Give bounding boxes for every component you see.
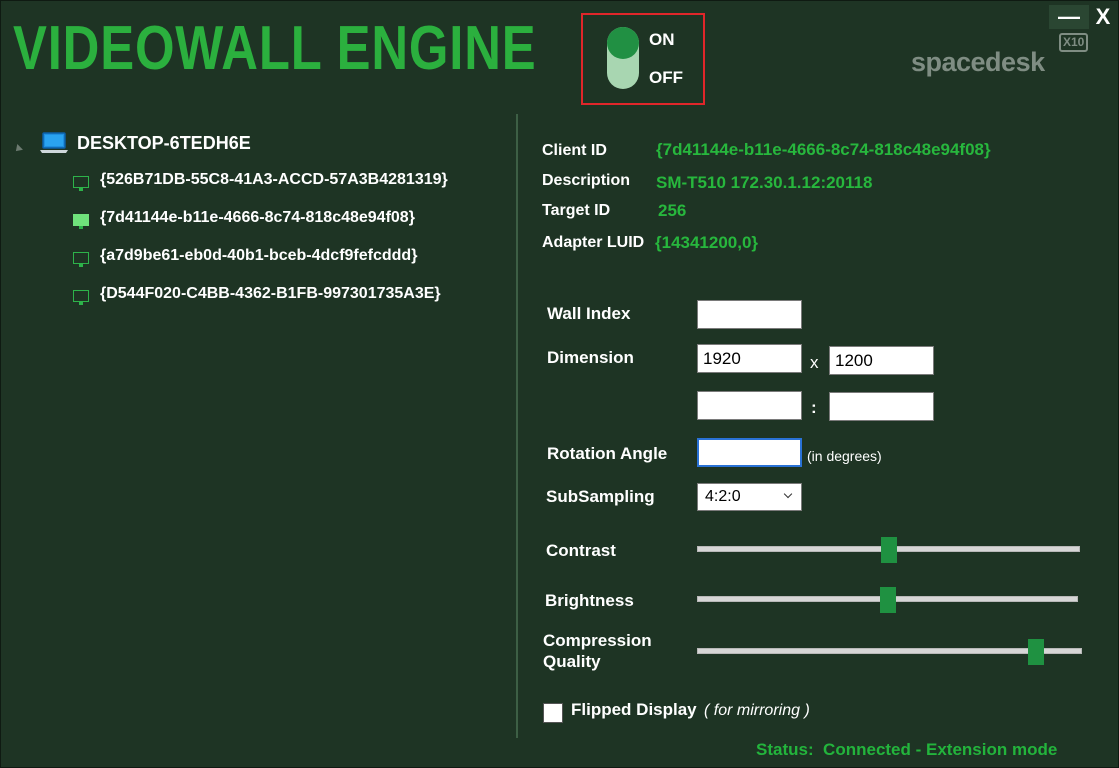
status-text: Status: Connected - Extension mode	[756, 740, 1058, 759]
display-item[interactable]: {526B71DB-55C8-41A3-ACCD-57A3B4281319}	[73, 171, 448, 209]
monitor-icon	[73, 252, 91, 268]
flipped-display-hint: ( for mirroring )	[704, 702, 810, 719]
toggle-knob[interactable]	[607, 27, 639, 59]
display-item[interactable]: {D544F020-C4BB-4362-B1FB-997301735A3E}	[73, 285, 448, 323]
display-item-label: {7d41144e-b11e-4666-8c74-818c48e94f08}	[100, 209, 415, 226]
tree-expander-icon[interactable]	[13, 144, 23, 154]
aspect-ratio-a-input[interactable]	[697, 391, 802, 420]
contrast-slider-thumb[interactable]	[880, 537, 897, 563]
tree-root-item[interactable]: DESKTOP-6TEDH6E	[39, 131, 251, 155]
compression-label-line2: Quality	[543, 652, 601, 671]
panel-divider	[516, 114, 518, 738]
client-id-value: {7d41144e-b11e-4666-8c74-818c48e94f08}	[656, 140, 991, 159]
wall-index-label: Wall Index	[547, 304, 631, 323]
aspect-ratio-b-input[interactable]	[829, 392, 934, 421]
toggle-off-label: OFF	[649, 68, 683, 87]
monitor-icon	[73, 214, 91, 230]
toggle-track[interactable]	[607, 27, 639, 89]
display-item[interactable]: {a7d9be61-eb0d-40b1-bceb-4dcf9fefcddd}	[73, 247, 448, 285]
description-value: SM-T510 172.30.1.12:20118	[656, 173, 873, 192]
brand-logo: spacedesk	[911, 47, 1045, 77]
contrast-label: Contrast	[546, 541, 616, 560]
compression-slider-track[interactable]	[697, 648, 1082, 654]
subsampling-value: 4:2:0	[705, 488, 741, 505]
monitor-icon	[73, 176, 91, 192]
target-id-label: Target ID	[542, 202, 611, 219]
display-item-label: {D544F020-C4BB-4362-B1FB-997301735A3E}	[100, 285, 441, 302]
power-toggle[interactable]: ON OFF	[581, 13, 705, 105]
subsampling-label: SubSampling	[546, 487, 655, 506]
brightness-slider[interactable]	[697, 587, 1078, 613]
width-input[interactable]	[697, 344, 802, 373]
display-item-label: {526B71DB-55C8-41A3-ACCD-57A3B4281319}	[100, 171, 448, 188]
display-item-label: {a7d9be61-eb0d-40b1-bceb-4dcf9fefcddd}	[100, 247, 418, 264]
dimension-label: Dimension	[547, 348, 634, 367]
flipped-display-checkbox[interactable]	[543, 703, 563, 723]
display-item[interactable]: {7d41144e-b11e-4666-8c74-818c48e94f08}	[73, 209, 448, 247]
chevron-down-icon	[783, 489, 793, 499]
brightness-slider-thumb[interactable]	[879, 587, 896, 613]
tree-root-label: DESKTOP-6TEDH6E	[77, 132, 251, 153]
description-label: Description	[542, 172, 631, 189]
contrast-slider[interactable]	[697, 537, 1080, 563]
app-window: VIDEOWALL ENGINE ON OFF spacedesk X10 — …	[0, 0, 1119, 768]
adapter-luid-label: Adapter LUID	[542, 234, 645, 251]
client-id-label: Client ID	[542, 142, 607, 159]
compression-slider-thumb[interactable]	[1027, 639, 1044, 665]
rotation-hint: (in degrees)	[807, 448, 882, 464]
adapter-luid-value: {14341200,0}	[655, 233, 759, 252]
aspect-ratio-colon: :	[811, 398, 817, 417]
monitor-icon	[73, 290, 91, 306]
compression-label-line1: Compression	[543, 631, 652, 650]
close-button[interactable]: X	[1083, 4, 1119, 29]
brightness-label: Brightness	[545, 591, 634, 610]
target-id-value: 256	[658, 201, 687, 220]
toggle-on-label: ON	[649, 30, 675, 49]
display-list: {526B71DB-55C8-41A3-ACCD-57A3B4281319} {7…	[73, 171, 448, 323]
dimension-x-separator: x	[810, 353, 819, 372]
brand-badge: X10	[1059, 33, 1089, 52]
laptop-icon	[40, 132, 68, 153]
height-input[interactable]	[829, 346, 934, 375]
flipped-display-label[interactable]: Flipped Display	[571, 700, 697, 720]
compression-quality-slider[interactable]	[697, 639, 1082, 665]
subsampling-select[interactable]: 4:2:0	[697, 483, 802, 511]
rotation-angle-input[interactable]	[697, 438, 802, 467]
app-title: VIDEOWALL ENGINE	[13, 14, 537, 83]
wall-index-input[interactable]	[697, 300, 802, 329]
rotation-angle-label: Rotation Angle	[547, 444, 668, 463]
